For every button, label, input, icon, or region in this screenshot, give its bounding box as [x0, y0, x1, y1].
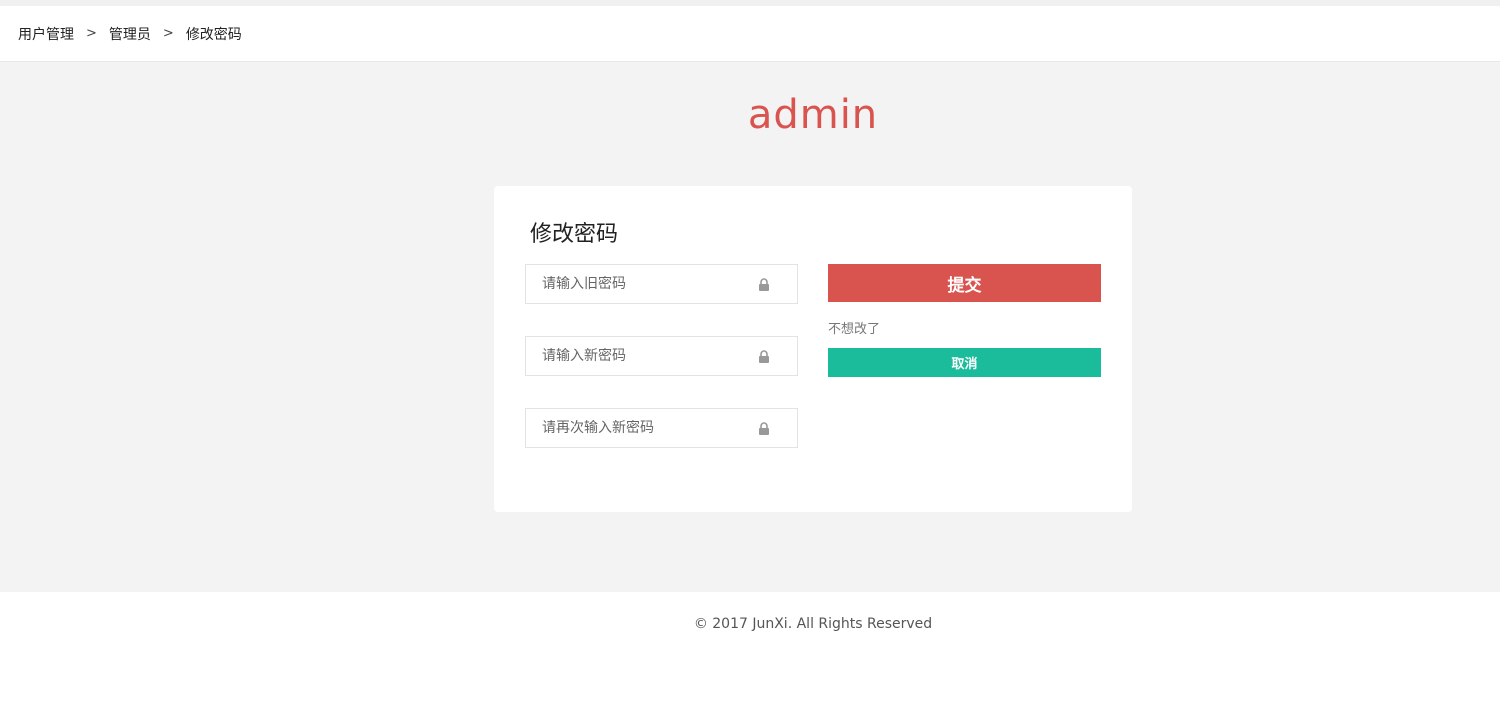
cancel-button[interactable]: 取消: [828, 348, 1101, 377]
footer: © 2017 JunXi. All Rights Reserved: [0, 592, 1500, 718]
breadcrumb-separator-icon: >: [86, 26, 97, 41]
new-password-input[interactable]: [542, 348, 742, 364]
old-password-field-wrapper: [525, 264, 798, 304]
breadcrumb-item-user-management[interactable]: 用户管理: [18, 24, 74, 44]
old-password-input[interactable]: [542, 276, 742, 292]
breadcrumb-item-change-password: 修改密码: [185, 26, 242, 43]
brand-logo: admin: [747, 92, 879, 138]
confirm-password-input[interactable]: [542, 420, 742, 436]
copyright-text: © 2017 JunXi. All Rights Reserved: [693, 616, 933, 632]
lock-icon: [759, 278, 769, 291]
breadcrumb: 用户管理 > 管理员 > 修改密码: [0, 6, 1500, 62]
new-password-field-wrapper: [525, 336, 798, 376]
card-title: 修改密码: [530, 222, 619, 247]
breadcrumb-item-admin[interactable]: 管理员: [109, 24, 151, 44]
breadcrumb-separator-icon: >: [162, 26, 174, 41]
change-password-card: 修改密码 提交 不想改了 取消: [494, 186, 1132, 512]
cancel-hint-text: 不想改了: [828, 322, 881, 337]
submit-button[interactable]: 提交: [828, 264, 1101, 302]
lock-icon: [759, 350, 769, 363]
content-area: admin 修改密码 提交 不想改了 取消: [0, 62, 1500, 592]
lock-icon: [759, 422, 769, 435]
confirm-password-field-wrapper: [525, 408, 798, 448]
